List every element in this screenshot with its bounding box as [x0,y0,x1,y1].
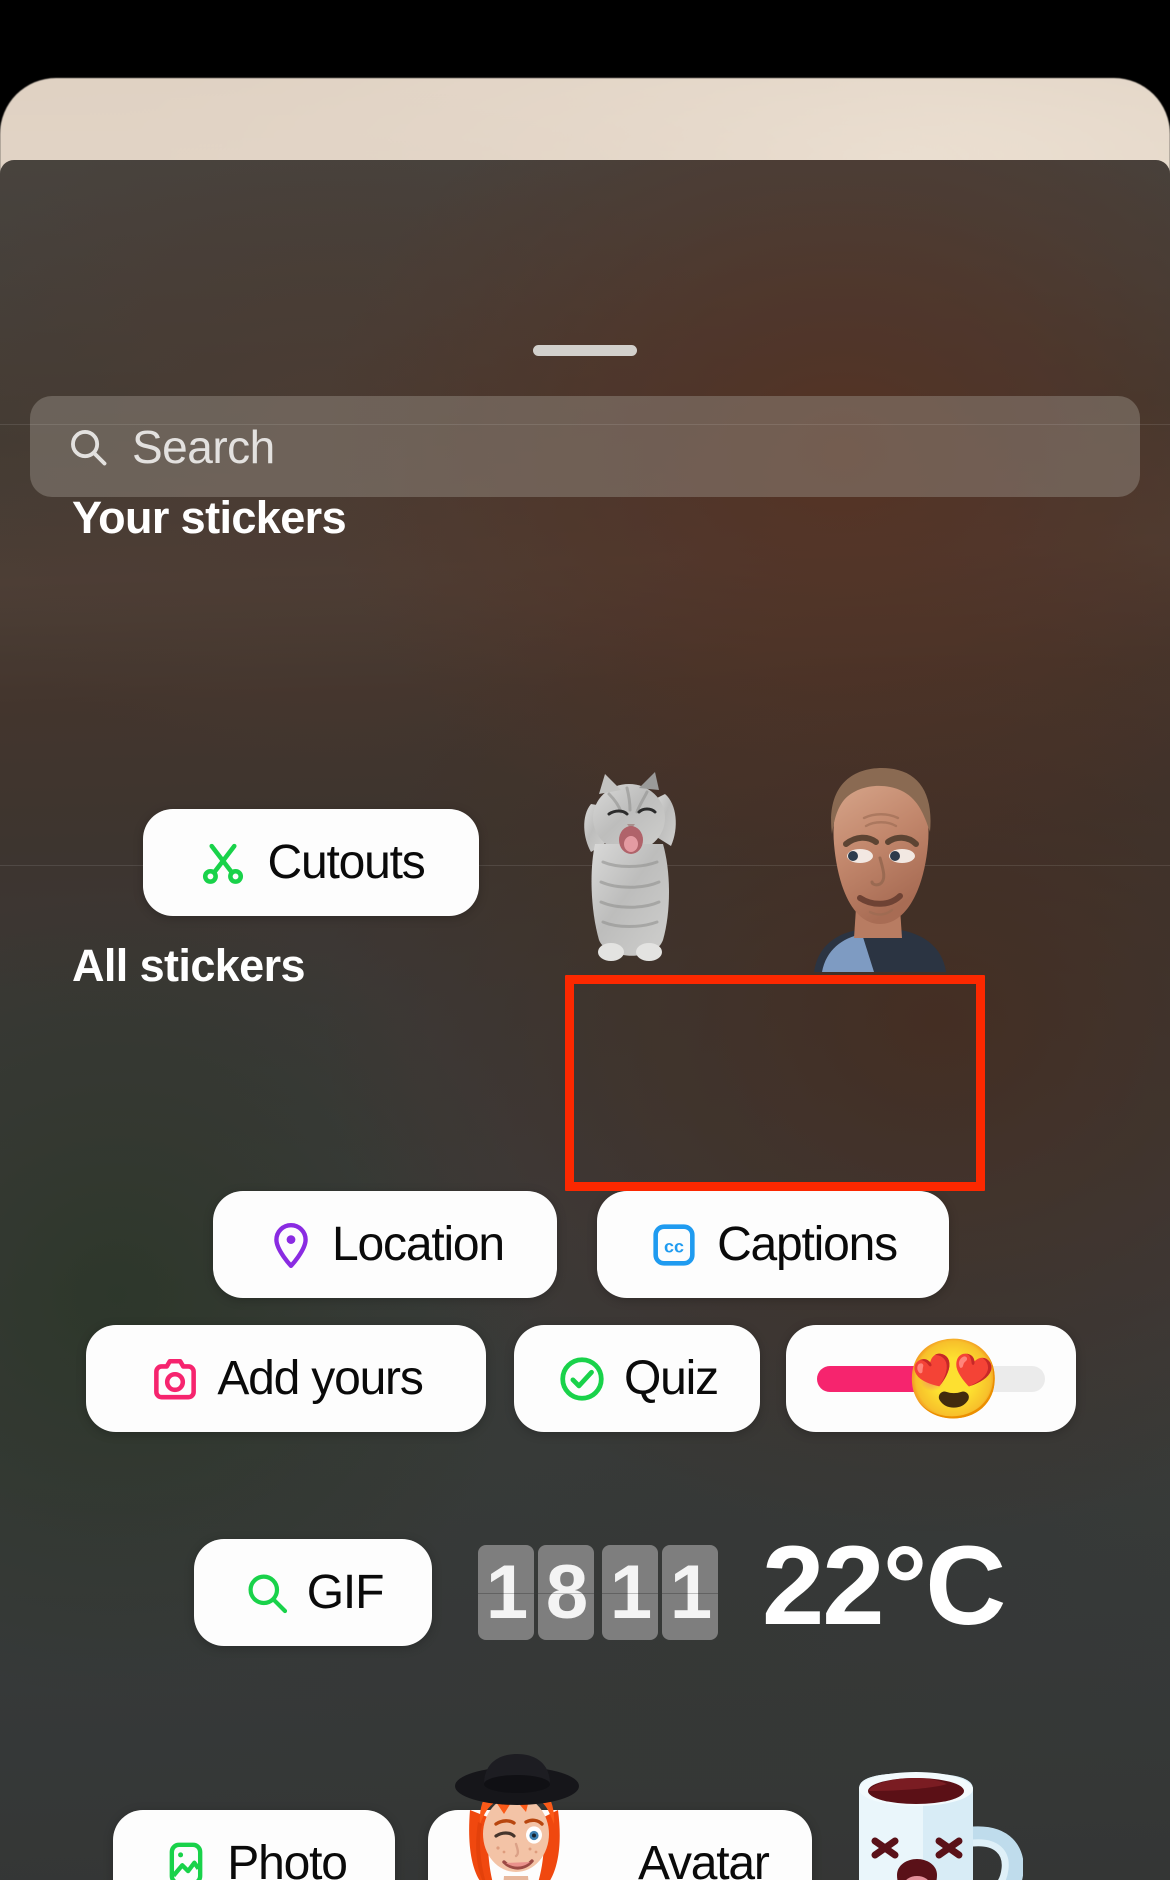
clock-digit: 1 [602,1545,658,1640]
sheet-content: Search Your stickers Cutouts All sticker… [0,160,1170,1880]
phone-screen: Search Your stickers Cutouts All sticker… [0,0,1170,1880]
monday-mug-sticker[interactable]: MONDAY [845,1755,1024,1880]
section-title-all-stickers: All stickers [72,940,306,991]
location-pin-icon [266,1220,316,1270]
cutout-sticker-man[interactable] [800,758,958,972]
emoji-slider-sticker[interactable]: 😍 [786,1325,1076,1432]
clock-digit: 1 [662,1545,718,1640]
sticker-add-yours-button[interactable]: Add yours [86,1325,486,1432]
scissors-icon [197,837,249,889]
svg-text:cc: cc [664,1236,684,1256]
avatar-icon[interactable] [418,1752,618,1880]
search-input[interactable]: Search [30,396,1140,497]
sticker-location-button[interactable]: Location [213,1191,557,1298]
camera-icon [149,1353,201,1405]
flip-clock-sticker[interactable]: 1 8 1 1 [478,1545,718,1640]
cutout-sticker-cat[interactable] [569,760,695,972]
sticker-tray-sheet: Search Your stickers Cutouts All sticker… [0,160,1170,1880]
closed-caption-icon: cc [649,1220,699,1270]
captions-label: Captions [717,1217,898,1271]
section-title-your-stickers: Your stickers [72,492,347,543]
sticker-captions-button[interactable]: cc Captions [597,1191,949,1298]
clock-hours: 1 8 [478,1545,594,1640]
search-icon [243,1569,291,1617]
heart-eyes-emoji-thumb[interactable]: 😍 [905,1337,1002,1421]
add-yours-label: Add yours [217,1351,424,1405]
avatar-label: Avatar [638,1836,770,1880]
sticker-quiz-button[interactable]: Quiz [514,1325,760,1432]
divider-top [0,424,1170,425]
sticker-photo-button[interactable]: Photo [113,1810,395,1880]
cutouts-label: Cutouts [267,835,425,889]
clock-digit: 1 [478,1545,534,1640]
location-label: Location [332,1217,505,1271]
sticker-cutouts-button[interactable]: Cutouts [143,809,479,916]
clock-minutes: 1 1 [602,1545,718,1640]
clock-digit: 8 [538,1545,594,1640]
search-icon [66,425,110,469]
emoji-slider-track[interactable]: 😍 [817,1337,1045,1421]
gif-label: GIF [306,1565,385,1619]
search-placeholder: Search [132,420,275,473]
quiz-label: Quiz [624,1351,719,1405]
drag-handle[interactable] [533,345,637,356]
photo-icon [161,1839,211,1880]
photo-label: Photo [227,1836,348,1880]
sticker-gif-button[interactable]: GIF [194,1539,432,1646]
check-circle-icon [556,1353,608,1405]
temperature-sticker[interactable]: 22°C [762,1530,1006,1642]
